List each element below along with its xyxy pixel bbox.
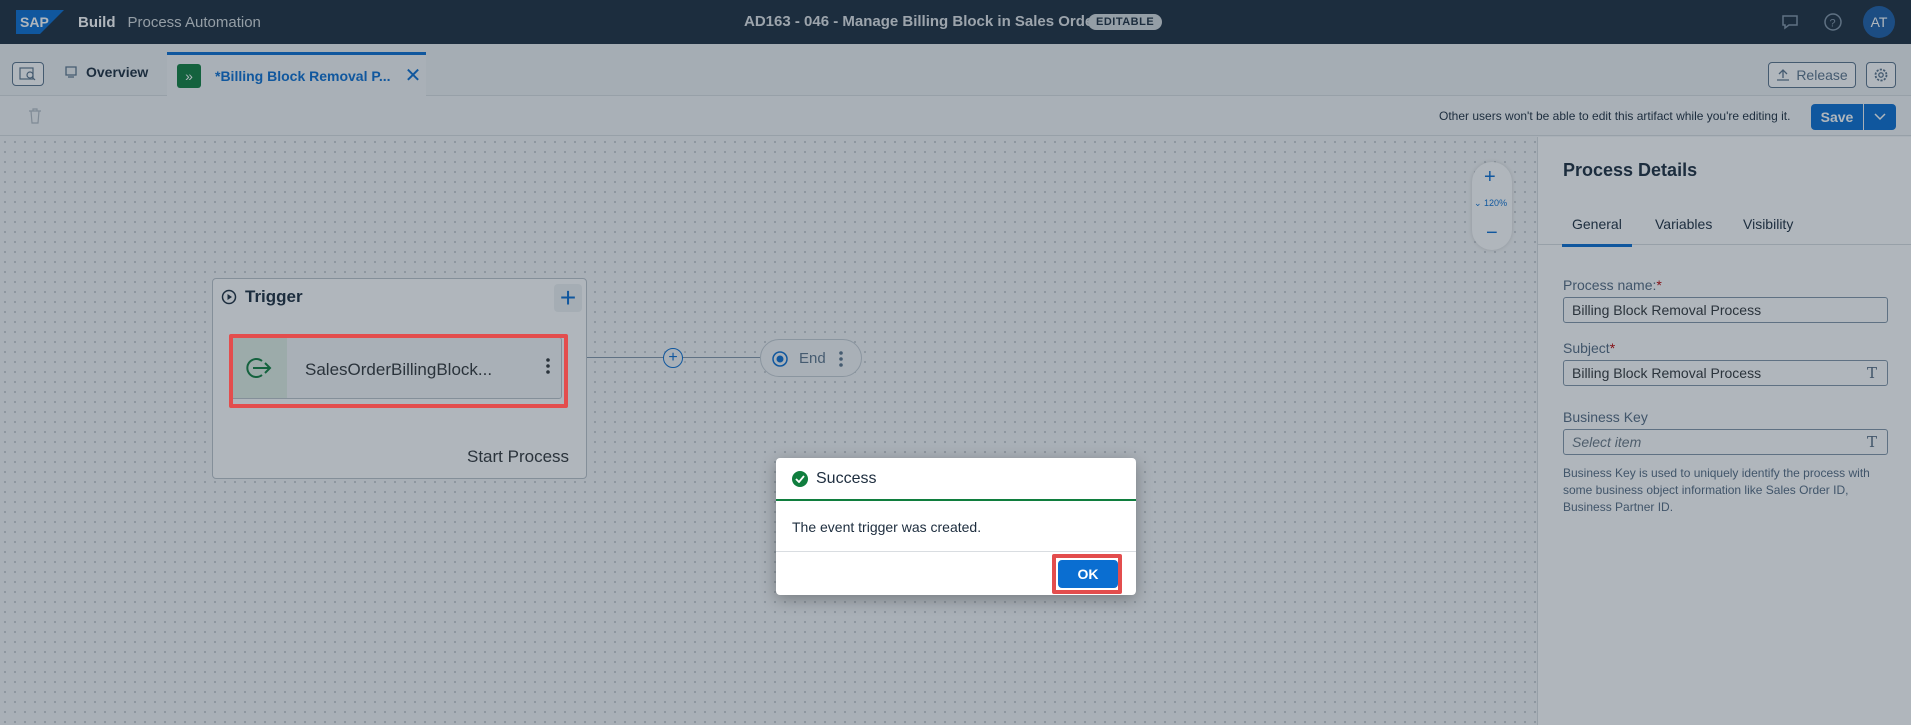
dialog-message: The event trigger was created. — [792, 519, 982, 535]
success-check-icon — [792, 470, 808, 487]
dialog-header: Success — [776, 458, 1136, 501]
dialog-title: Success — [816, 469, 877, 487]
highlight-ok-button — [1052, 554, 1122, 594]
highlight-event-trigger — [229, 334, 568, 408]
